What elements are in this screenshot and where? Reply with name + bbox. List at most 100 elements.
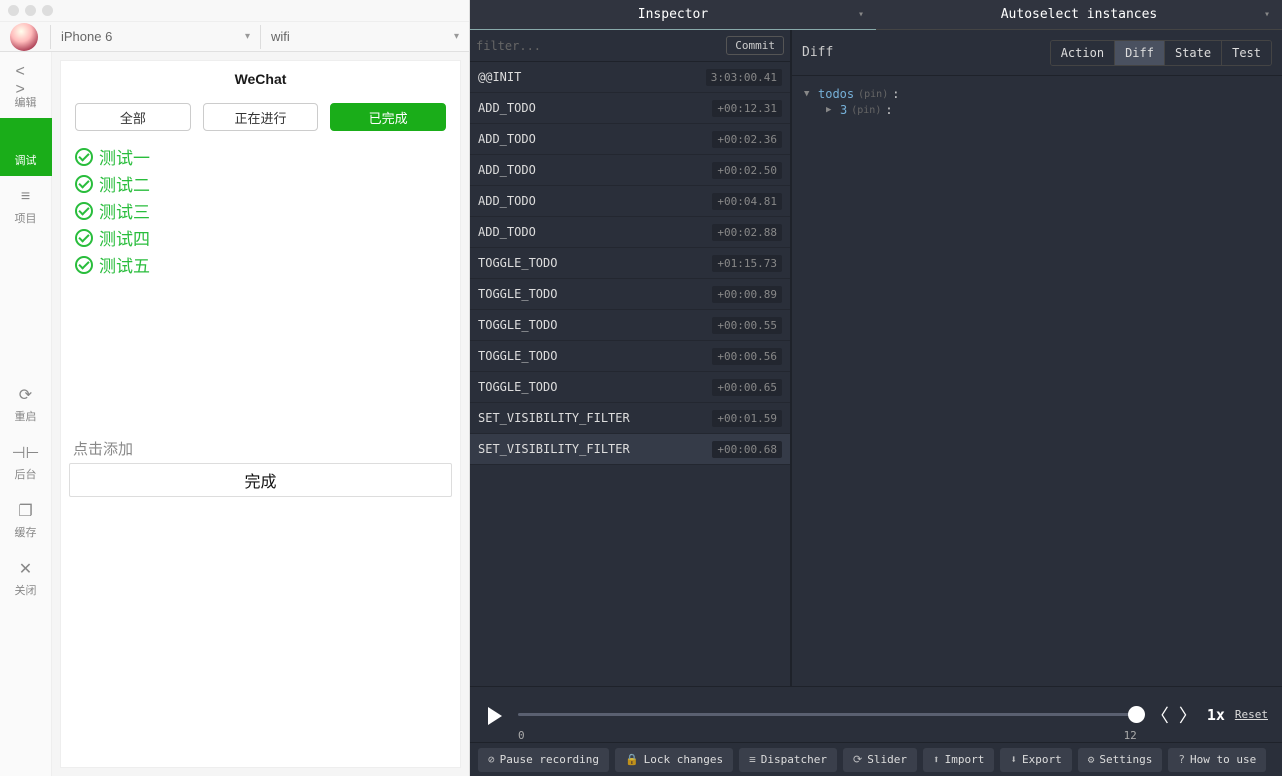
triangle-right-icon: ▶ (826, 105, 836, 115)
check-icon (75, 148, 93, 166)
action-type: TOGGLE_TODO (478, 349, 557, 363)
maximize-dot[interactable] (42, 5, 53, 16)
pause-icon: ⊘ (488, 753, 495, 766)
action-row[interactable]: SET_VISIBILITY_FILTER +00:01.59 (470, 403, 790, 434)
sidebar-item-label: 后台 (15, 466, 37, 482)
devtools-tab-inspector[interactable]: Inspector▾ (470, 0, 876, 30)
close-dot[interactable] (8, 5, 19, 16)
action-type: ADD_TODO (478, 225, 536, 239)
app-title: WeChat (61, 61, 460, 97)
import-button[interactable]: ⬆Import (923, 748, 994, 772)
action-type: TOGGLE_TODO (478, 318, 557, 332)
action-type: SET_VISIBILITY_FILTER (478, 411, 630, 425)
tree-node-child[interactable]: ▶ 3 (pin): (804, 102, 1270, 118)
playback-speed[interactable]: 1x (1207, 706, 1225, 724)
edit-icon: < > (16, 72, 36, 90)
diff-title: Diff (802, 45, 1042, 60)
play-icon[interactable] (484, 705, 504, 725)
action-row[interactable]: TOGGLE_TODO+00:00.89 (470, 279, 790, 310)
action-time: +00:01.59 (712, 410, 782, 427)
redux-devtools: Inspector▾Autoselect instances▾ Commit @… (470, 0, 1282, 776)
action-row[interactable]: @@INIT3:03:00.41 (470, 62, 790, 93)
commit-button[interactable]: Commit (726, 36, 784, 55)
devtools-tabs: Inspector▾Autoselect instances▾ (470, 0, 1282, 30)
todo-text: 测试四 (99, 225, 150, 250)
pause-button[interactable]: ⊘Pause recording (478, 748, 609, 772)
dispatcher-button[interactable]: ≡Dispatcher (739, 748, 837, 772)
action-time: +00:12.31 (712, 100, 782, 117)
phone-preview: WeChat 全部正在进行已完成 测试一测试二测试三测试四测试五 点击添加 完成 (52, 52, 469, 776)
sidebar-item-close[interactable]: ✕关闭 (0, 548, 52, 606)
device-select[interactable]: iPhone 6 ▾ (50, 25, 260, 49)
action-row[interactable]: ADD_TODO +00:12.31 (470, 93, 790, 124)
action-row[interactable]: TOGGLE_TODO +00:00.55 (470, 310, 790, 341)
action-type: TOGGLE_TODO (478, 287, 557, 301)
export-icon: ⬇ (1010, 753, 1017, 766)
action-type: ADD_TODO (478, 163, 536, 177)
action-row[interactable]: ADD_TODO+00:02.50 (470, 155, 790, 186)
action-row[interactable]: TOGGLE_TODO+00:00.65 (470, 372, 790, 403)
action-filter-input[interactable] (476, 39, 720, 53)
filter-doing[interactable]: 正在进行 (203, 103, 319, 131)
check-icon (75, 229, 93, 247)
view-tab-state[interactable]: State (1164, 41, 1221, 65)
filter-all[interactable]: 全部 (75, 103, 191, 131)
todo-text: 测试三 (99, 198, 150, 223)
action-time: +00:00.55 (712, 317, 782, 334)
avatar[interactable] (10, 23, 38, 51)
sidebar-item-label: 调试 (15, 152, 37, 168)
slider-icon: ⟳ (853, 753, 862, 766)
action-row[interactable]: TOGGLE_TODO +00:00.56 (470, 341, 790, 372)
sidebar-item-background[interactable]: ⊣⊢ 后台 (0, 432, 52, 490)
view-tab-test[interactable]: Test (1221, 41, 1271, 65)
todo-item[interactable]: 测试二 (75, 170, 446, 197)
sidebar-item-restart[interactable]: ⟳重启 (0, 374, 52, 432)
settings-icon: ⚙ (1088, 753, 1095, 766)
add-placeholder-label[interactable]: 点击添加 (73, 438, 452, 459)
lock-button[interactable]: 🔒Lock changes (615, 748, 733, 772)
chevron-down-icon: ▾ (454, 31, 459, 42)
playback-slider[interactable]: 0 12 (518, 713, 1137, 716)
sidebar-item-cache[interactable]: ❐缓存 (0, 490, 52, 548)
filter-done[interactable]: 已完成 (330, 103, 446, 131)
simulator-panel: iPhone 6 ▾ wifi ▾ < >编辑调试 ≡项目 ⟳重启 ⊣⊢ 后台 ❐缓存✕关… (0, 0, 470, 776)
sidebar-item-debug[interactable]: 调试 (0, 118, 52, 176)
todo-item[interactable]: 测试一 (75, 143, 446, 170)
window-titlebar (0, 0, 469, 22)
action-row[interactable]: TOGGLE_TODO+01:15.73 (470, 248, 790, 279)
action-type: SET_VISIBILITY_FILTER (478, 442, 630, 456)
background-icon: ⊣⊢ (16, 444, 36, 462)
export-button[interactable]: ⬇Export (1000, 748, 1071, 772)
todo-item[interactable]: 测试五 (75, 251, 446, 278)
minimize-dot[interactable] (25, 5, 36, 16)
action-list[interactable]: @@INIT3:03:00.41ADD_TODO+00:12.31ADD_TOD… (470, 62, 790, 686)
done-button[interactable]: 完成 (69, 463, 452, 497)
howto-button[interactable]: ?How to use (1168, 748, 1266, 772)
diff-tree[interactable]: ▼ todos (pin): ▶ 3 (pin): (792, 76, 1282, 128)
project-icon: ≡ (16, 188, 36, 206)
sidebar-item-project[interactable]: ≡项目 (0, 176, 52, 234)
settings-button[interactable]: ⚙Settings (1078, 748, 1163, 772)
slider-button[interactable]: ⟳Slider (843, 748, 917, 772)
action-row[interactable]: SET_VISIBILITY_FILTER+00:00.68 (470, 434, 790, 465)
step-back-icon[interactable]: 〈 (1151, 702, 1169, 728)
view-tab-action[interactable]: Action (1051, 41, 1114, 65)
view-mode-tabs: ActionDiffStateTest (1050, 40, 1272, 66)
step-forward-icon[interactable]: 〉 (1179, 702, 1197, 728)
action-time: +00:00.56 (712, 348, 782, 365)
sidebar-item-edit[interactable]: < >编辑 (0, 60, 52, 118)
reset-button[interactable]: Reset (1235, 708, 1268, 721)
action-row[interactable]: ADD_TODO+00:02.36 (470, 124, 790, 155)
action-type: ADD_TODO (478, 101, 536, 115)
diff-panel: Diff ActionDiffStateTest ▼ todos (pin): … (792, 30, 1282, 686)
view-tab-diff[interactable]: Diff (1114, 41, 1164, 65)
action-row[interactable]: ADD_TODO+00:04.81 (470, 186, 790, 217)
todo-item[interactable]: 测试三 (75, 197, 446, 224)
action-type: ADD_TODO (478, 132, 536, 146)
action-row[interactable]: ADD_TODO+00:02.88 (470, 217, 790, 248)
tree-node-todos[interactable]: ▼ todos (pin): (804, 86, 1270, 102)
todo-item[interactable]: 测试四 (75, 224, 446, 251)
slider-thumb[interactable] (1128, 706, 1145, 723)
devtools-tab-autoselect[interactable]: Autoselect instances▾ (876, 0, 1282, 30)
network-select[interactable]: wifi ▾ (260, 25, 469, 49)
